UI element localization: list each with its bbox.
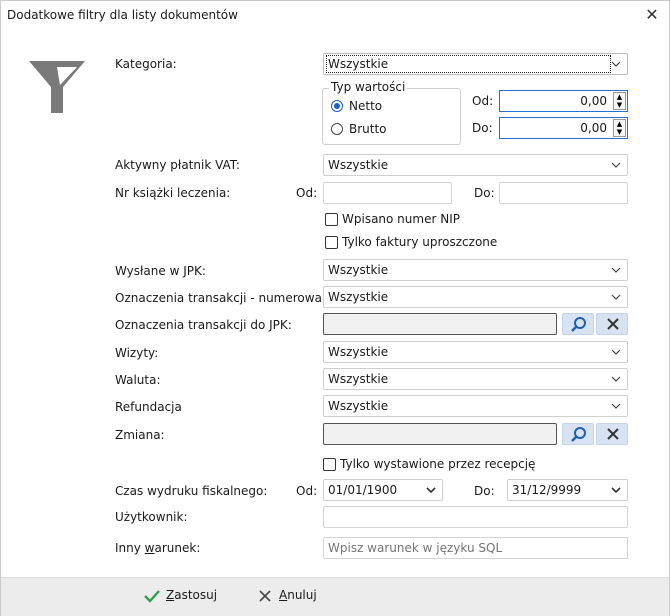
ksiazka-label: Nr książki leczenia: <box>115 186 231 200</box>
search-icon <box>571 317 586 332</box>
wartosc-do-field[interactable]: 0,00 ▲ ▼ <box>499 117 628 139</box>
close-icon <box>607 428 619 440</box>
refundacja-value: Wszystkie <box>328 399 389 413</box>
kategoria-value: Wszystkie <box>326 55 611 73</box>
cancel-accesskey: A <box>279 588 288 602</box>
netto-radio[interactable] <box>331 100 343 112</box>
wyslane-jpk-value: Wszystkie <box>328 263 389 277</box>
tylko-uproszczone-label: Tylko faktury uproszczone <box>342 235 498 249</box>
ksiazka-do-input[interactable] <box>499 182 628 204</box>
chevron-down-icon <box>611 162 621 168</box>
close-icon <box>607 318 619 330</box>
brutto-label: Brutto <box>349 122 387 136</box>
zmiana-search-button[interactable] <box>562 423 594 445</box>
waluta-value: Wszystkie <box>328 372 389 386</box>
chevron-down-icon <box>611 403 621 409</box>
wyslane-jpk-label: Wysłane w JPK: <box>115 264 206 278</box>
filter-dialog: Dodatkowe filtry dla listy dokumentów ✕ … <box>0 0 670 616</box>
inny-warunek-label-post: arunek: <box>154 541 201 555</box>
inny-warunek-input[interactable] <box>323 537 628 559</box>
wizyty-label: Wizyty: <box>115 346 159 360</box>
kategoria-label: Kategoria: <box>115 57 177 71</box>
czas-od-value: 01/01/1900 <box>328 483 398 497</box>
czas-do-label: Do: <box>474 484 495 498</box>
brutto-radio[interactable] <box>331 123 343 135</box>
zmiana-label: Zmiana: <box>115 428 165 442</box>
chevron-down-icon <box>611 349 621 355</box>
wartosc-do-spinner[interactable]: ▲ ▼ <box>613 119 626 137</box>
chevron-down-icon <box>611 487 621 494</box>
typ-wartosci-legend: Typ wartości <box>329 80 408 94</box>
typ-wartosci-group <box>322 88 461 145</box>
close-icon[interactable]: ✕ <box>637 3 667 27</box>
dialog-footer: Zastosuj Anuluj <box>1 577 669 616</box>
wyslane-jpk-select[interactable]: Wszystkie <box>323 259 628 281</box>
oznaczenia-jpk-search-button[interactable] <box>562 313 594 335</box>
cancel-label: nuluj <box>287 588 317 602</box>
ksiazka-od-input[interactable] <box>323 182 452 204</box>
oznaczenia-num-label: Oznaczenia transakcji - numerowanie: <box>115 291 345 305</box>
apply-button[interactable]: Zastosuj <box>144 588 217 603</box>
apply-label: astosuj <box>174 588 218 602</box>
wpisano-nip-label: Wpisano numer NIP <box>342 212 460 226</box>
chevron-down-icon <box>611 294 621 300</box>
platnik-vat-value: Wszystkie <box>328 158 389 172</box>
czas-do-datepicker[interactable]: 31/12/9999 <box>507 479 628 501</box>
wartosc-od-spinner[interactable]: ▲ ▼ <box>613 92 626 110</box>
tylko-recepcja-checkbox[interactable] <box>323 458 336 471</box>
czas-wydruku-label: Czas wydruku fiskalnego: <box>115 484 268 498</box>
uzytkownik-input[interactable] <box>323 506 628 528</box>
oznaczenia-jpk-clear-button[interactable] <box>596 313 628 335</box>
platnik-vat-label: Aktywny płatnik VAT: <box>115 158 240 172</box>
wartosc-od-field[interactable]: 0,00 ▲ ▼ <box>499 90 628 112</box>
wartosc-od-label: Od: <box>472 94 494 108</box>
wartosc-do-label: Do: <box>472 121 493 135</box>
netto-label: Netto <box>349 99 383 113</box>
ksiazka-do-label: Do: <box>474 186 495 200</box>
czas-do-value: 31/12/9999 <box>512 483 582 497</box>
oznaczenia-jpk-input[interactable] <box>323 313 557 335</box>
checkmark-icon <box>144 589 160 603</box>
inny-warunek-accesskey: w <box>144 541 155 555</box>
chevron-down-icon <box>426 487 436 494</box>
search-icon <box>571 427 586 442</box>
chevron-down-icon <box>611 376 621 382</box>
title-bar: Dodatkowe filtry dla listy dokumentów ✕ <box>1 1 669 31</box>
funnel-icon <box>29 61 85 113</box>
zmiana-clear-button[interactable] <box>596 423 628 445</box>
refundacja-label: Refundacja <box>115 400 182 414</box>
waluta-label: Waluta: <box>115 373 161 387</box>
oznaczenia-num-value: Wszystkie <box>328 290 389 304</box>
uzytkownik-label: Użytkownik: <box>115 510 188 524</box>
kategoria-select[interactable]: Wszystkie <box>323 53 628 75</box>
wizyty-value: Wszystkie <box>328 345 389 359</box>
ksiazka-od-label: Od: <box>296 186 318 200</box>
czas-od-datepicker[interactable]: 01/01/1900 <box>323 479 443 501</box>
czas-od-label: Od: <box>296 484 318 498</box>
chevron-down-icon <box>611 61 621 67</box>
wpisano-nip-checkbox[interactable] <box>325 213 338 226</box>
inny-warunek-label-pre: Inny <box>115 541 145 555</box>
wizyty-select[interactable]: Wszystkie <box>323 341 628 363</box>
oznaczenia-num-select[interactable]: Wszystkie <box>323 286 628 308</box>
refundacja-select[interactable]: Wszystkie <box>323 395 628 417</box>
cancel-button[interactable]: Anuluj <box>259 588 317 602</box>
tylko-recepcja-label: Tylko wystawione przez recepcję <box>340 457 536 471</box>
oznaczenia-jpk-label: Oznaczenia transakcji do JPK: <box>115 318 292 332</box>
wartosc-do-value: 0,00 <box>580 121 607 135</box>
close-icon <box>259 589 271 602</box>
zmiana-input[interactable] <box>323 423 557 445</box>
apply-accesskey: Z <box>166 588 175 602</box>
chevron-down-icon <box>611 267 621 273</box>
waluta-select[interactable]: Wszystkie <box>323 368 628 390</box>
window-title: Dodatkowe filtry dla listy dokumentów <box>7 8 238 22</box>
wartosc-od-value: 0,00 <box>580 94 607 108</box>
tylko-uproszczone-checkbox[interactable] <box>325 236 338 249</box>
platnik-vat-select[interactable]: Wszystkie <box>323 154 628 176</box>
inny-warunek-label: Inny warunek: <box>115 541 200 555</box>
